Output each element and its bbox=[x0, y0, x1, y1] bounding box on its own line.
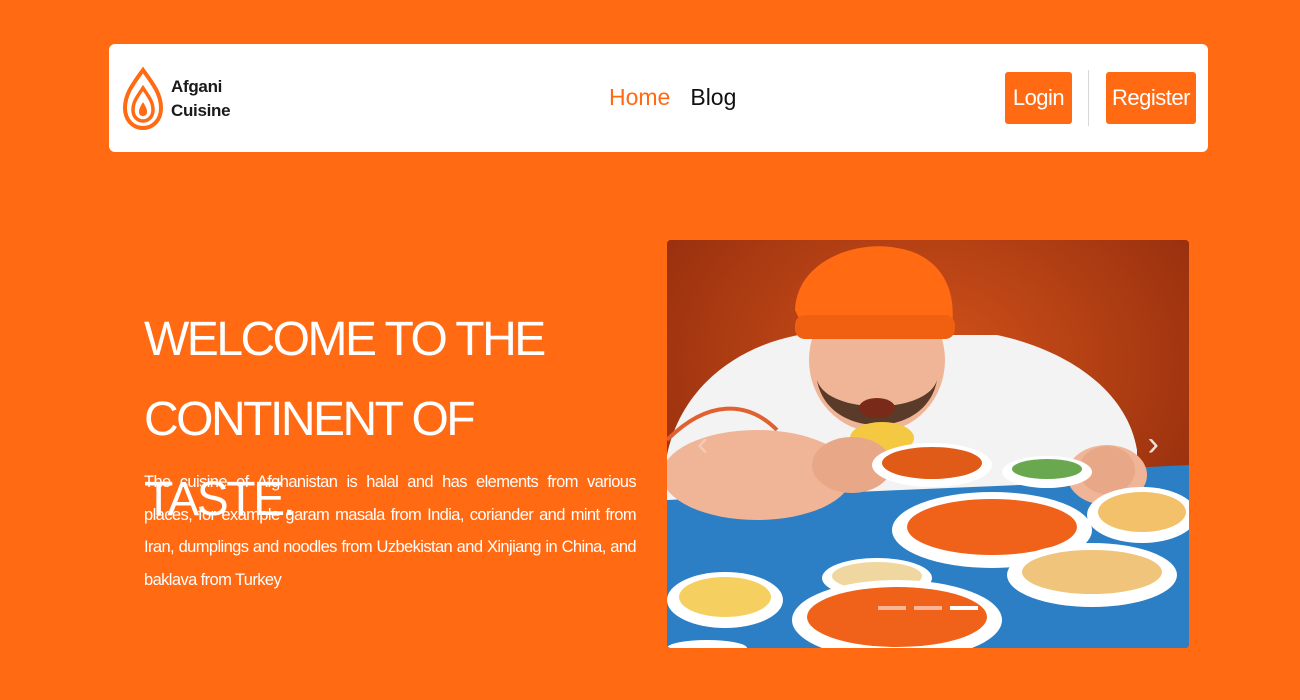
register-button[interactable]: Register bbox=[1106, 72, 1196, 124]
flame-drop-icon bbox=[123, 66, 163, 131]
carousel-indicators bbox=[878, 606, 978, 610]
image-carousel[interactable]: ‹ › bbox=[667, 240, 1189, 648]
carousel-slide-image bbox=[667, 240, 1189, 648]
brand-name: Afgani Cuisine bbox=[171, 75, 231, 123]
nav-link-home[interactable]: Home bbox=[609, 84, 670, 111]
brand[interactable]: Afgani Cuisine bbox=[123, 66, 231, 132]
hero-title-line1: WELCOME TO THE bbox=[144, 313, 546, 366]
nav-divider bbox=[1088, 70, 1089, 126]
carousel-indicator[interactable] bbox=[878, 606, 906, 610]
hero-description: The cuisine of Afghanistan is halal and … bbox=[144, 473, 637, 589]
navbar: Afgani Cuisine Home Blog Login Register bbox=[109, 44, 1208, 152]
nav-links: Home Blog bbox=[609, 84, 736, 111]
chevron-right-icon[interactable]: › bbox=[1148, 427, 1159, 461]
carousel-indicator[interactable] bbox=[950, 606, 978, 610]
brand-name-line1: Afgani bbox=[171, 77, 223, 96]
login-button[interactable]: Login bbox=[1005, 72, 1072, 124]
brand-name-line2: Cuisine bbox=[171, 101, 231, 120]
chevron-left-icon[interactable]: ‹ bbox=[697, 427, 708, 461]
carousel-indicator[interactable] bbox=[914, 606, 942, 610]
nav-link-blog[interactable]: Blog bbox=[690, 84, 736, 111]
